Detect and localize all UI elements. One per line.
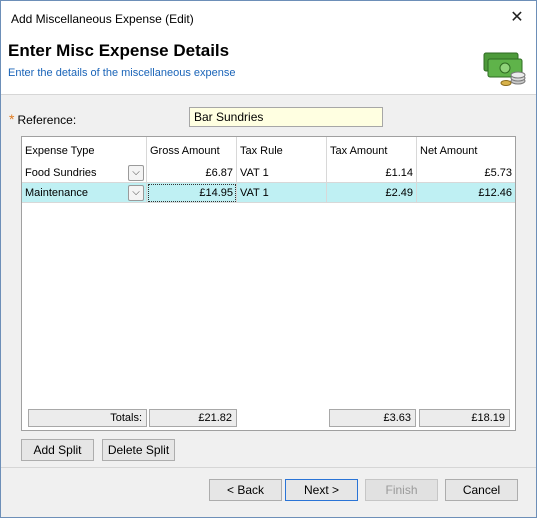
- column-header-expense-type[interactable]: Expense Type: [22, 137, 147, 163]
- money-stack-icon: [483, 52, 526, 86]
- table-row-selected[interactable]: Maintenance ⌵ £14.95 VAT 1 £2.49 £12.46: [22, 183, 515, 203]
- column-header-gross-amount[interactable]: Gross Amount: [147, 137, 237, 163]
- total-net-amount: £18.19: [419, 409, 510, 427]
- reference-input[interactable]: Bar Sundries: [189, 107, 383, 127]
- expense-type-value: Maintenance: [25, 187, 88, 199]
- next-button[interactable]: Next >: [285, 479, 358, 501]
- table-row[interactable]: Food Sundries ⌵ £6.87 VAT 1 £1.14 £5.73: [22, 163, 515, 183]
- tax-rule-cell[interactable]: VAT 1: [237, 163, 327, 183]
- window-title: Add Miscellaneous Expense (Edit): [11, 12, 194, 26]
- chevron-down-icon[interactable]: ⌵: [128, 185, 144, 201]
- net-amount-cell[interactable]: £12.46: [417, 183, 515, 203]
- expense-grid: Expense Type Gross Amount Tax Rule Tax A…: [21, 136, 516, 431]
- column-header-tax-rule[interactable]: Tax Rule: [237, 137, 327, 163]
- gross-amount-cell[interactable]: £6.87: [147, 163, 237, 183]
- title-bar: Add Miscellaneous Expense (Edit) ✕: [1, 1, 536, 37]
- reference-label: * Reference:: [9, 111, 76, 127]
- wizard-header: Enter Misc Expense Details Enter the det…: [1, 37, 536, 95]
- back-button[interactable]: < Back: [209, 479, 282, 501]
- chevron-down-icon[interactable]: ⌵: [128, 165, 144, 181]
- add-split-button[interactable]: Add Split: [21, 439, 94, 461]
- expense-type-value: Food Sundries: [25, 167, 97, 179]
- reference-label-text: Reference:: [17, 113, 77, 127]
- page-title: Enter Misc Expense Details: [8, 41, 230, 60]
- grid-header: Expense Type Gross Amount Tax Rule Tax A…: [22, 137, 515, 163]
- page-subtitle: Enter the details of the miscellaneous e…: [8, 67, 236, 79]
- delete-split-button[interactable]: Delete Split: [102, 439, 175, 461]
- footer-divider: [1, 467, 536, 468]
- gross-amount-cell[interactable]: £14.95: [147, 183, 237, 203]
- net-amount-cell[interactable]: £5.73: [417, 163, 515, 183]
- close-icon[interactable]: ✕: [506, 7, 528, 29]
- cancel-button[interactable]: Cancel: [445, 479, 518, 501]
- dialog-window: Add Miscellaneous Expense (Edit) ✕ Enter…: [0, 0, 537, 518]
- tax-rule-cell[interactable]: VAT 1: [237, 183, 327, 203]
- tax-amount-cell[interactable]: £2.49: [327, 183, 417, 203]
- tax-amount-cell[interactable]: £1.14: [327, 163, 417, 183]
- column-header-net-amount[interactable]: Net Amount: [417, 137, 515, 163]
- column-header-tax-amount[interactable]: Tax Amount: [327, 137, 417, 163]
- finish-button[interactable]: Finish: [365, 479, 438, 501]
- total-gross-amount: £21.82: [149, 409, 237, 427]
- totals-label: Totals:: [28, 409, 147, 427]
- required-marker: *: [9, 111, 15, 127]
- total-tax-amount: £3.63: [329, 409, 416, 427]
